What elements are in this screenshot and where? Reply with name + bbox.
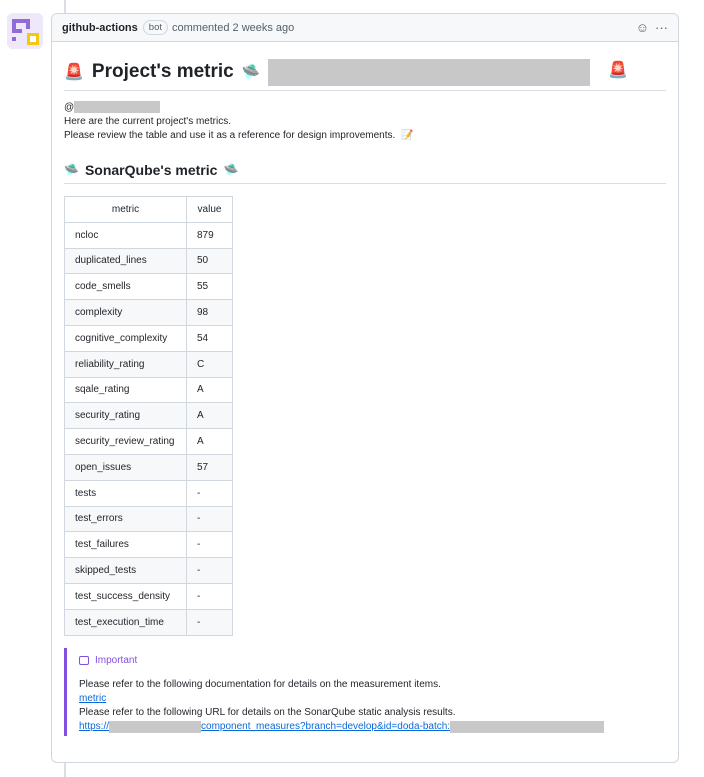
metrics-table: metric value ncloc 879 duplicated_lines 50 c… [64,196,233,636]
metric-value-cell: - [186,582,233,610]
page-title: 🚨 Project's metric 🛸 🚨 [64,54,666,91]
alert-title: Important [79,652,666,670]
metric-name-cell: skipped_tests [64,557,187,584]
table-row: open_issues 57 [64,453,233,481]
column-header-metric: metric [64,196,187,223]
avatar[interactable] [7,13,43,49]
metric-name-cell: cognitive_complexity [64,324,187,352]
redacted-title [268,58,591,86]
github-actions-avatar-icon [7,13,43,49]
table-row: complexity 98 [64,299,233,326]
bot-badge: bot [142,20,168,35]
comment-alert-icon [79,656,89,666]
table-row: security_review_rating A [64,428,233,455]
metric-value-cell: 57 [186,453,233,481]
redacted-url-host [109,720,202,733]
section-heading-text: SonarQube's metric [84,162,218,178]
table-row: test_execution_time - [64,608,233,636]
redacted-mention[interactable] [74,101,161,114]
metric-name-cell: code_smells [64,273,187,301]
metric-name-cell: reliability_rating [64,350,187,378]
table-row: skipped_tests - [64,557,233,584]
ufo-icon: 🛸 [241,64,261,81]
table-row: ncloc 879 [64,221,233,249]
metric-value-cell: A [186,376,233,404]
sonarqube-url-link-prefix[interactable]: https:// [79,720,109,734]
alert-line-2: Please refer to the following URL for de… [79,706,456,718]
sonarqube-url-link[interactable]: component_measures?branch=develop&id=dod… [201,720,450,734]
metric-name-cell: security_review_rating [64,428,187,455]
metric-name-cell: test_execution_time [64,608,187,636]
table-row: cognitive_complexity 54 [64,324,233,352]
metric-name-cell: open_issues [64,453,187,481]
title-text: Project's metric [91,61,234,82]
mention-line: @ [64,101,666,115]
redacted-url-project [450,720,605,733]
table-row: test_errors - [64,505,233,533]
metric-value-cell: - [186,531,233,559]
table-row: tests - [64,479,233,507]
table-row: code_smells 55 [64,273,233,301]
intro-line-2: Please review the table and use it as a … [64,129,666,143]
metric-value-cell: 98 [186,299,233,326]
table-row: test_failures - [64,531,233,559]
comment-box: github-actions bot commented 2 weeks ago… [51,13,679,763]
comment-body: 🚨 Project's metric 🛸 🚨 @ Here are the cu… [52,42,678,736]
metric-name-cell: tests [64,479,187,507]
ufo-icon-small-right: 🛸 [223,163,239,177]
column-header-value: value [186,196,233,223]
metric-name-cell: complexity [64,299,187,326]
metric-name-cell: security_rating [64,402,187,430]
table-row: test_success_density - [64,582,233,610]
metric-name-cell: ncloc [64,221,187,249]
table-header-row: metric value [64,196,233,223]
siren-icon-right: 🚨 [608,62,628,79]
memo-icon: 📝 [401,130,414,141]
metric-value-cell: 54 [186,324,233,352]
metric-name-cell: test_failures [64,531,187,559]
comment-header: github-actions bot commented 2 weeks ago… [52,14,678,42]
ufo-icon-small: 🛸 [64,163,79,177]
metric-value-cell: 879 [186,221,233,249]
comment-timestamp[interactable]: commented 2 weeks ago [172,22,294,34]
metric-value-cell: C [186,350,233,378]
metric-value-cell: - [186,608,233,636]
alert-line-1: Please refer to the following documentat… [79,678,441,690]
metric-value-cell: A [186,428,233,455]
intro-text: @ Here are the current project's metrics… [64,101,666,143]
table-row: reliability_rating C [64,350,233,378]
metric-name-cell: test_errors [64,505,187,533]
table-row: duplicated_lines 50 [64,247,233,275]
kebab-menu-icon[interactable]: ··· [655,20,668,35]
intro-line-1: Here are the current project's metrics. [64,116,231,127]
metric-value-cell: - [186,557,233,584]
siren-icon: 🚨 [64,64,84,81]
intro-line-2-text: Please review the table and use it as a … [64,130,396,141]
metric-name-cell: duplicated_lines [64,247,187,275]
metric-value-cell: - [186,505,233,533]
metric-value-cell: - [186,479,233,507]
important-alert: Important Please refer to the following … [64,647,666,736]
alert-title-text: Important [95,655,138,667]
mention-prefix: @ [64,102,75,113]
metric-value-cell: 50 [186,247,233,275]
table-row: sqale_rating A [64,376,233,404]
section-heading: 🛸 SonarQube's metric 🛸 [64,157,666,184]
table-row: security_rating A [64,402,233,430]
metric-name-cell: test_success_density [64,582,187,610]
smiley-icon[interactable]: ☺ [636,20,649,35]
metric-doc-link[interactable]: metric [79,693,106,704]
metric-value-cell: 55 [186,273,233,301]
metric-value-cell: A [186,402,233,430]
metric-name-cell: sqale_rating [64,376,187,404]
author-link[interactable]: github-actions [62,22,138,34]
